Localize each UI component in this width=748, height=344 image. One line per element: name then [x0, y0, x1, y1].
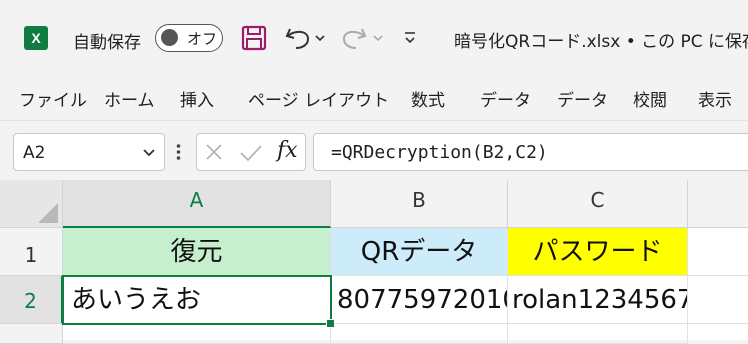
tab-review[interactable]: 校閲 — [633, 86, 667, 111]
tab-data-2[interactable]: データ — [557, 86, 608, 111]
redo-icon — [342, 28, 367, 49]
undo-dropdown-chevron-icon[interactable] — [314, 33, 326, 43]
redo-dropdown-chevron-icon — [373, 35, 383, 42]
tab-page-layout[interactable]: ページ レイアウト — [248, 86, 389, 111]
formula-bar-area: A2 fx =QRDecryption(B2,C2) — [0, 120, 748, 181]
tab-home[interactable]: ホーム — [104, 86, 155, 111]
formula-buttons: fx — [196, 133, 306, 171]
worksheet-grid: A B C 1 2 復元 QRデータ パスワード あいうえお 807759720… — [0, 180, 748, 344]
cell-a1[interactable]: 復元 — [63, 228, 331, 276]
select-all-button[interactable] — [0, 180, 63, 228]
autosave-label: 自動保存 — [73, 33, 141, 53]
check-icon[interactable] — [239, 143, 263, 163]
fill-handle[interactable] — [326, 319, 335, 328]
row-header-3[interactable] — [0, 324, 63, 344]
cell-b2[interactable]: 80775972010 — [331, 276, 508, 324]
name-box-value: A2 — [23, 143, 46, 163]
tab-formulas[interactable]: 数式 — [411, 86, 445, 111]
select-all-triangle-icon — [38, 203, 58, 223]
title-bar: X 自動保存 オフ 暗号化QRコード.xlsx • この PC に保存 — [0, 0, 748, 76]
column-header-d[interactable] — [688, 180, 748, 228]
row-header-1[interactable]: 1 — [0, 228, 63, 276]
name-box[interactable]: A2 — [13, 133, 165, 171]
cell-c2[interactable]: rolan1234567 — [508, 276, 688, 324]
row-header-2[interactable]: 2 — [0, 276, 63, 324]
cell-b3[interactable] — [331, 324, 508, 344]
autosave-state: オフ — [187, 30, 218, 48]
tab-data[interactable]: データ — [480, 86, 531, 111]
formula-text: =QRDecryption(B2,C2) — [331, 142, 548, 163]
column-header-b[interactable]: B — [331, 180, 508, 228]
toggle-knob — [161, 29, 178, 46]
cell-b1[interactable]: QRデータ — [331, 228, 508, 276]
tab-file[interactable]: ファイル — [19, 86, 87, 111]
active-cell-border — [62, 275, 332, 325]
excel-logo-icon: X — [24, 26, 48, 50]
tab-insert[interactable]: 挿入 — [180, 86, 214, 111]
tab-view[interactable]: 表示 — [698, 86, 732, 111]
autosave-toggle[interactable]: オフ — [155, 24, 223, 52]
cell-a3[interactable] — [63, 324, 331, 344]
document-title: 暗号化QRコード.xlsx • この PC に保存 — [454, 32, 748, 52]
insert-function-button[interactable]: fx — [277, 138, 298, 163]
save-icon[interactable] — [241, 25, 267, 51]
formula-input[interactable]: =QRDecryption(B2,C2) — [313, 133, 748, 171]
undo-icon[interactable] — [284, 25, 312, 51]
more-options-icon[interactable] — [176, 143, 181, 161]
column-header-a[interactable]: A — [63, 180, 331, 228]
name-box-chevron-down-icon[interactable] — [142, 148, 156, 158]
customize-toolbar-icon[interactable] — [403, 30, 417, 46]
cell-c1[interactable]: パスワード — [508, 228, 688, 276]
column-header-c[interactable]: C — [508, 180, 688, 228]
cell-d1[interactable] — [688, 228, 748, 276]
ribbon-tabs: ファイル ホーム 挿入 ページ レイアウト 数式 データ データ 校閲 表示 — [0, 76, 748, 120]
cancel-icon[interactable] — [204, 142, 224, 162]
cell-d2[interactable] — [688, 276, 748, 324]
cell-c3[interactable] — [508, 324, 688, 344]
